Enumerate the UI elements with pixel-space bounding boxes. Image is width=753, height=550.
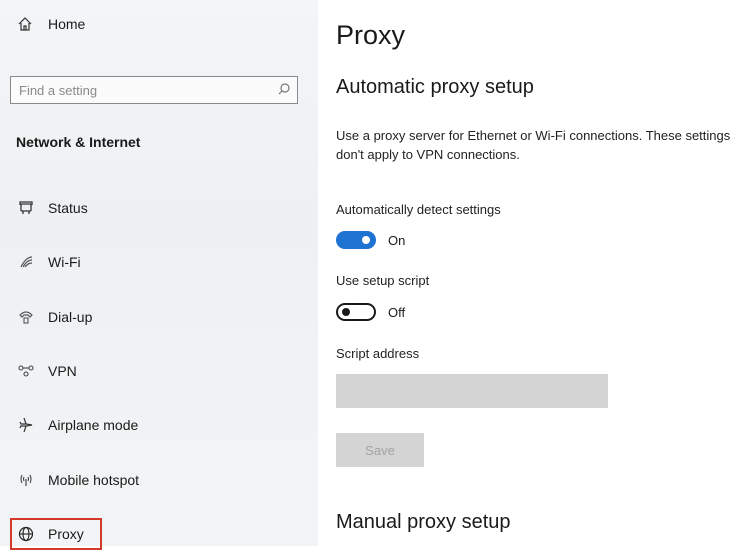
dialup-icon (16, 309, 36, 325)
airplane-icon (16, 417, 36, 433)
main-content: Proxy Automatic proxy setup Use a proxy … (318, 0, 753, 546)
search-box[interactable] (10, 76, 298, 104)
group-title: Network & Internet (16, 134, 141, 150)
vpn-icon (16, 363, 36, 379)
auto-detect-label: Automatically detect settings (336, 202, 501, 217)
section-title-automatic: Automatic proxy setup (336, 76, 534, 98)
hotspot-icon (16, 472, 36, 488)
section-title-manual: Manual proxy setup (336, 511, 511, 533)
sidebar-item-label: VPN (48, 363, 77, 379)
wifi-icon (16, 254, 36, 270)
search-input[interactable] (19, 82, 259, 98)
toggle-state-label: Off (388, 304, 406, 320)
sidebar-item-airplane[interactable]: Airplane mode (16, 413, 138, 437)
sidebar-item-wifi[interactable]: Wi-Fi (16, 250, 81, 274)
toggle-state-label: On (388, 232, 406, 248)
sidebar-item-label: Airplane mode (48, 417, 139, 433)
save-button[interactable]: Save (336, 433, 424, 467)
sidebar: Home Network & Internet Status Wi-Fi Dia… (0, 0, 318, 550)
toggle-switch-off[interactable] (336, 303, 376, 321)
toggle-knob (342, 308, 350, 316)
sidebar-item-label: Wi-Fi (48, 254, 81, 270)
section-description: Use a proxy server for Ethernet or Wi-Fi… (336, 128, 731, 162)
selection-highlight (10, 518, 102, 550)
home-label: Home (48, 16, 86, 32)
auto-detect-toggle[interactable]: On (336, 231, 405, 249)
toggle-knob (362, 236, 370, 244)
home-link[interactable]: Home (16, 16, 85, 32)
home-icon (16, 16, 34, 32)
sidebar-item-vpn[interactable]: VPN (16, 359, 77, 383)
setup-script-label: Use setup script (336, 273, 430, 288)
toggle-switch-on[interactable] (336, 231, 376, 249)
sidebar-item-label: Mobile hotspot (48, 472, 140, 488)
sidebar-item-label: Status (48, 200, 88, 216)
status-icon (16, 200, 36, 216)
script-address-label: Script address (336, 346, 420, 361)
sidebar-item-status[interactable]: Status (16, 196, 88, 220)
sidebar-item-dialup[interactable]: Dial-up (16, 305, 92, 329)
sidebar-item-mobile-hotspot[interactable]: Mobile hotspot (16, 468, 139, 492)
page-title: Proxy (336, 20, 406, 50)
setup-script-toggle[interactable]: Off (336, 303, 405, 321)
search-icon[interactable] (277, 82, 291, 99)
script-address-field[interactable] (336, 374, 608, 408)
sidebar-item-label: Dial-up (48, 309, 93, 325)
